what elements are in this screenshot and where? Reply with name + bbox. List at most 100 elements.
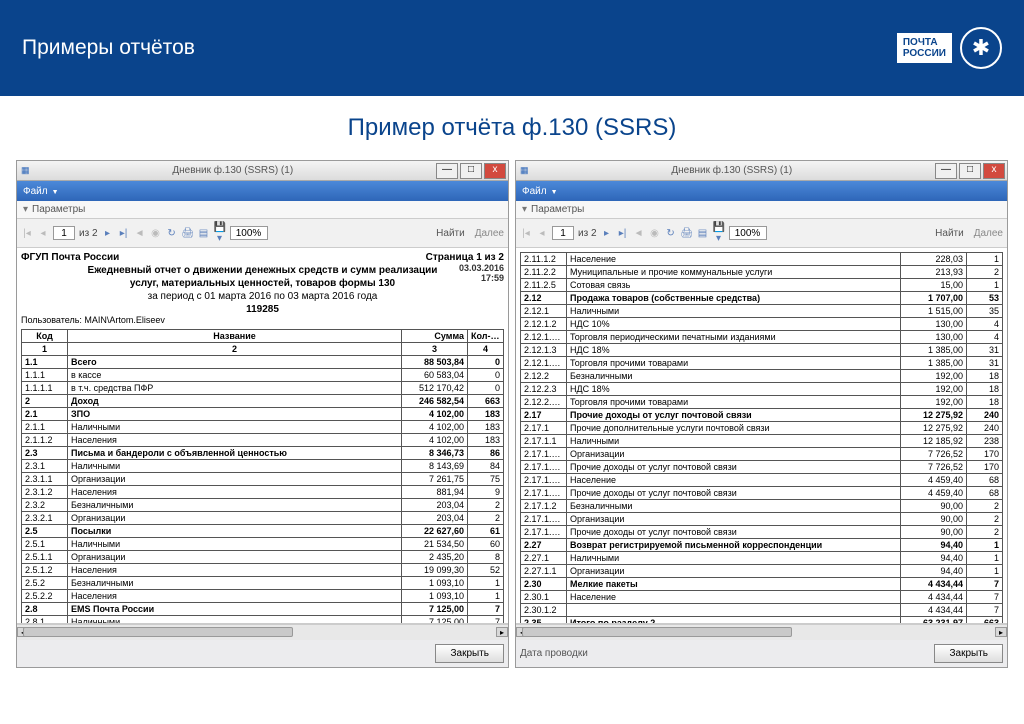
maximize-button[interactable]: □: [460, 163, 482, 179]
parameters-panel[interactable]: ▾Параметры: [17, 201, 508, 219]
table-row: 2.12.1.3.1Торговля периодическими печатн…: [521, 331, 1003, 344]
table-row: 2.12Продажа товаров (собственные средств…: [521, 292, 1003, 305]
zoom-input[interactable]: [729, 226, 767, 240]
prev-page-icon: ◂: [37, 228, 49, 239]
table-row: 2.30Мелкие пакеты4 434,447: [521, 578, 1003, 591]
horizontal-scrollbar[interactable]: ◂ ▸: [516, 624, 1007, 640]
table-row: 2.27.1Наличными94,401: [521, 552, 1003, 565]
find-label[interactable]: Найти: [935, 228, 964, 239]
titlebar[interactable]: ▦ Дневник ф.130 (SSRS) (1) — □ x: [516, 161, 1007, 181]
close-button[interactable]: x: [983, 163, 1005, 179]
table-row: 2.3.1Наличными8 143,6984: [22, 460, 504, 473]
table-row: 2.17Прочие доходы от услуг почтовой связ…: [521, 409, 1003, 422]
table-row: 2.3.1.2Населения881,949: [22, 486, 504, 499]
org-name: ФГУП Почта России: [21, 252, 119, 263]
app-icon: ▦: [21, 165, 30, 176]
table-row: 2.30.1Население4 434,447: [521, 591, 1003, 604]
table-row: 2.5.2Безналичными1 093,101: [22, 577, 504, 590]
slide-title: Примеры отчётов: [22, 36, 195, 60]
parameters-panel[interactable]: ▾Параметры: [516, 201, 1007, 219]
table-row: 2.17.1.2.1Прочие доходы от услуг почтово…: [521, 526, 1003, 539]
layout-icon[interactable]: ▤: [697, 228, 709, 239]
user-label: Пользователь: MAIN\Artom.Eliseev: [21, 315, 504, 325]
table-row: 2.11.2.2Муниципальные и прочие коммуналь…: [521, 266, 1003, 279]
scroll-right[interactable]: ▸: [496, 627, 508, 637]
table-row: 2.8.1Наличными7 125,007: [22, 616, 504, 625]
find-label[interactable]: Найти: [436, 228, 465, 239]
report-title-1: Ежедневный отчет о движении денежных сре…: [21, 265, 504, 276]
window-footer: Дата проводки Закрыть: [516, 640, 1007, 667]
last-page-icon[interactable]: ▸|: [617, 228, 629, 239]
table-row: 2.27Возврат регистрируемой письменной ко…: [521, 539, 1003, 552]
table-row: 2.5.1.2Населения19 099,3052: [22, 564, 504, 577]
close-report-button[interactable]: Закрыть: [934, 644, 1003, 663]
chevron-down-icon: ▾: [522, 204, 527, 215]
maximize-button[interactable]: □: [959, 163, 981, 179]
report-title-2: услуг, материальных ценностей, товаров ф…: [21, 278, 504, 289]
horizontal-scrollbar[interactable]: ◂ ▸: [17, 624, 508, 640]
report-date: 03.03.2016: [459, 263, 504, 273]
next-page-icon[interactable]: ▸: [102, 228, 114, 239]
chevron-down-icon: ▾: [23, 204, 28, 215]
report-table: КодНазваниеСуммаКол-во 1234 1.1Всего88 5…: [21, 329, 504, 624]
report-content: ФГУП Почта России Страница 1 из 2 03.03.…: [17, 248, 508, 624]
table-row: 2.5.1.1Организации2 435,208: [22, 551, 504, 564]
table-row: 2Доход246 582,54663: [22, 395, 504, 408]
table-row: 2.11.2.5Сотовая связь15,001: [521, 279, 1003, 292]
table-row: 2.8EMS Почта России7 125,007: [22, 603, 504, 616]
eagle-emblem-icon: ✱: [960, 27, 1002, 69]
table-row: 2.17.1.1.2Прочие доходы от услуг почтово…: [521, 487, 1003, 500]
minimize-button[interactable]: —: [436, 163, 458, 179]
slide-header: Примеры отчётов ПОЧТАРОССИИ ✱: [0, 0, 1024, 96]
col-qty: Кол-во: [468, 330, 504, 343]
table-row: 2.30.1.24 434,447: [521, 604, 1003, 617]
table-row: 1.1.1в кассе60 583,040: [22, 369, 504, 382]
titlebar[interactable]: ▦ Дневник ф.130 (SSRS) (1) — □ x: [17, 161, 508, 181]
scroll-thumb[interactable]: [522, 627, 792, 637]
next-page-icon[interactable]: ▸: [601, 228, 613, 239]
table-row: 2.3.1.1Организации7 261,7575: [22, 473, 504, 486]
scroll-thumb[interactable]: [23, 627, 293, 637]
page-of-label: из 2: [79, 228, 98, 239]
file-menu[interactable]: Файл▼: [522, 186, 558, 197]
close-button[interactable]: x: [484, 163, 506, 179]
layout-icon[interactable]: ▤: [198, 228, 210, 239]
first-page-icon: |◂: [21, 228, 33, 239]
table-row: 2.5Посылки22 627,6061: [22, 525, 504, 538]
col-sum: Сумма: [402, 330, 468, 343]
page-of-label: из 2: [578, 228, 597, 239]
scroll-right[interactable]: ▸: [995, 627, 1007, 637]
print-icon[interactable]: 🖨: [182, 228, 194, 239]
window-title: Дневник ф.130 (SSRS) (1): [529, 165, 935, 176]
export-icon[interactable]: 💾▾: [214, 222, 226, 244]
close-report-button[interactable]: Закрыть: [435, 644, 504, 663]
col-code: Код: [22, 330, 68, 343]
report-toolbar: |◂ ◂ из 2 ▸ ▸| ◄ ◉ ↻ 🖨 ▤ 💾▾ Найти Далее: [17, 219, 508, 248]
page-input[interactable]: [552, 226, 574, 240]
print-icon[interactable]: 🖨: [681, 228, 693, 239]
table-row: 2.11.1.2Население228,031: [521, 253, 1003, 266]
export-icon[interactable]: 💾▾: [713, 222, 725, 244]
last-page-icon[interactable]: ▸|: [118, 228, 130, 239]
table-row: 2.12.1.3НДС 18%1 385,0031: [521, 344, 1003, 357]
page-input[interactable]: [53, 226, 75, 240]
report-table: 2.11.1.2Население228,0312.11.2.2Муниципа…: [520, 252, 1003, 624]
subtitle-bar: Пример отчёта ф.130 (SSRS): [0, 96, 1024, 160]
zoom-input[interactable]: [230, 226, 268, 240]
minimize-button[interactable]: —: [935, 163, 957, 179]
table-row: 2.12.2.3НДС 18%192,0018: [521, 383, 1003, 396]
table-row: 2.5.1Наличными21 534,5060: [22, 538, 504, 551]
table-row: 1.1Всего88 503,840: [22, 356, 504, 369]
report-window-2: ▦ Дневник ф.130 (SSRS) (1) — □ x Файл▼ ▾…: [515, 160, 1008, 668]
report-toolbar: |◂ ◂ из 2 ▸ ▸| ◄ ◉ ↻ 🖨 ▤ 💾▾ Найти Далее: [516, 219, 1007, 248]
table-row: 2.3.2.1Организации203,042: [22, 512, 504, 525]
back-icon: ◄: [134, 228, 146, 239]
table-row: 2.17.1.1.2Население4 459,4068: [521, 474, 1003, 487]
find-next-label[interactable]: Далее: [974, 228, 1003, 239]
file-menu[interactable]: Файл▼: [23, 186, 59, 197]
refresh-icon[interactable]: ↻: [166, 228, 178, 239]
table-row: 2.5.2.2Населения1 093,101: [22, 590, 504, 603]
find-next-label[interactable]: Далее: [475, 228, 504, 239]
prev-page-icon: ◂: [536, 228, 548, 239]
refresh-icon[interactable]: ↻: [665, 228, 677, 239]
